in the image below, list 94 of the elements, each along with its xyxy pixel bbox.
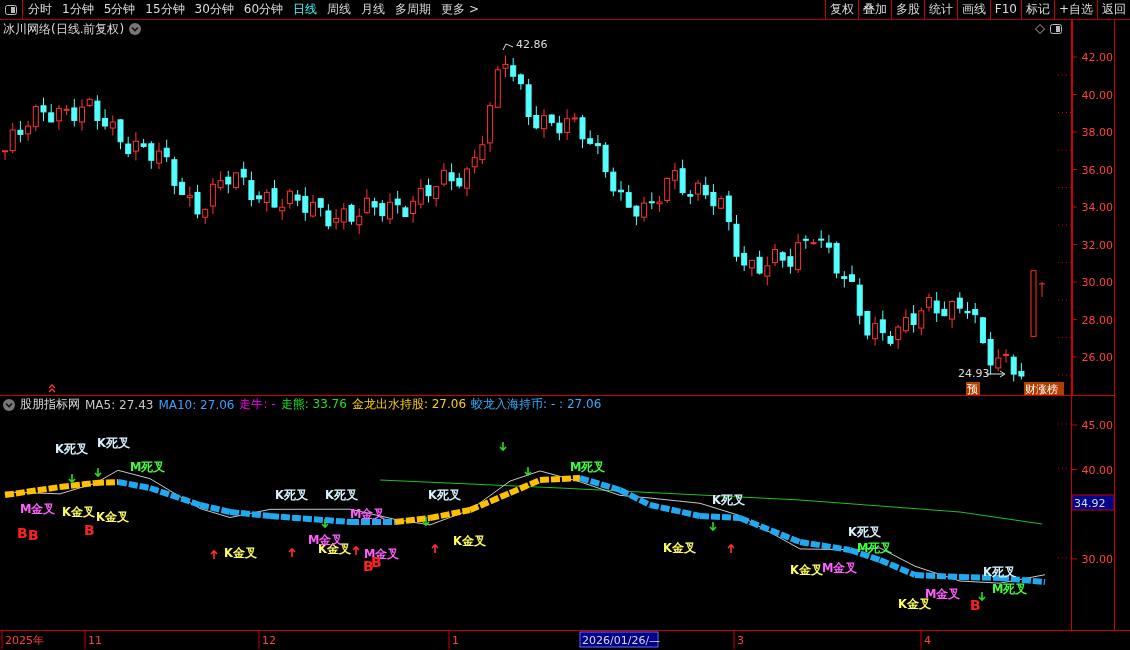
down-arrow-icon xyxy=(524,466,532,477)
signal-label: K金叉 xyxy=(790,563,823,577)
time-label: 12 xyxy=(262,634,276,647)
time-label: 1 xyxy=(452,634,459,647)
down-arrow-icon xyxy=(978,591,986,602)
signal-label: B xyxy=(17,525,28,541)
signal-label: K金叉 xyxy=(453,534,486,548)
time-label: 4 xyxy=(924,634,931,647)
legend-item: MA10: 27.06 xyxy=(158,397,235,412)
legend-item: 金龙出水持股: 27.06 xyxy=(351,396,467,413)
time-label: 2025年 xyxy=(5,634,44,647)
badge[interactable]: 预 xyxy=(966,382,980,395)
axis-label: 45.00 xyxy=(1081,419,1113,432)
signal-label: K金叉 xyxy=(663,541,696,555)
toolbar-button[interactable]: 画线 xyxy=(956,0,990,19)
current-value-label: 34.92 xyxy=(1072,494,1114,511)
axis-label: 30.00 xyxy=(1081,276,1113,289)
signal-label: K死叉 xyxy=(712,493,745,507)
toolbar-button[interactable]: 标记 xyxy=(1020,0,1054,19)
signal-label: M金叉 xyxy=(822,561,858,575)
axis-label: 30.00 xyxy=(1081,552,1113,566)
down-arrow-icon xyxy=(709,521,717,532)
toolbar-button[interactable]: 复权 xyxy=(824,0,858,19)
signal-label: K金叉 xyxy=(224,546,257,560)
signal-label: K死叉 xyxy=(325,488,358,502)
period-tab[interactable]: 日线 xyxy=(288,0,323,19)
price-label: 42.86 xyxy=(516,38,548,51)
axis-label: 32.00 xyxy=(1081,238,1113,252)
period-tab[interactable]: 更多 > xyxy=(436,0,484,19)
axis-label: 36.00 xyxy=(1081,163,1113,177)
axis-label: 40.00 xyxy=(1081,88,1113,102)
legend-item: MA5: 27.43 xyxy=(85,397,154,412)
panel-toggle-icon[interactable] xyxy=(5,4,17,15)
down-arrow-icon xyxy=(422,516,430,527)
signal-label: M金叉 xyxy=(20,502,56,516)
time-label: 11 xyxy=(88,634,102,647)
axis-label: 38.00 xyxy=(1081,126,1113,139)
toolbar-button[interactable]: 多股 xyxy=(890,0,924,19)
indicator-name: 股朋指标网 xyxy=(20,396,80,413)
period-tab[interactable]: 多周期 xyxy=(390,0,437,19)
leader-line xyxy=(502,43,514,51)
chart-title: 冰川网络(日线.前复权) xyxy=(3,20,125,38)
toolbar-button[interactable]: 返回 xyxy=(1097,0,1130,19)
diamond-icon[interactable] xyxy=(1035,24,1045,34)
signal-label: K死叉 xyxy=(97,436,130,450)
dropdown-icon[interactable] xyxy=(129,23,142,35)
period-tab[interactable]: 分时 xyxy=(23,0,57,19)
toolbar-button[interactable]: 统计 xyxy=(923,0,957,19)
badge[interactable]: 财涨榜 xyxy=(1024,382,1064,395)
up-arrow-icon xyxy=(431,543,439,554)
axis-label: 42.00 xyxy=(1081,51,1113,64)
down-arrow-icon xyxy=(68,473,76,484)
period-tab[interactable]: 1分钟 xyxy=(57,0,99,19)
down-arrow-icon xyxy=(499,441,507,452)
axis-label: 28.00 xyxy=(1081,313,1113,327)
period-tab[interactable]: 月线 xyxy=(356,0,391,19)
period-tab[interactable]: 15分钟 xyxy=(140,0,190,19)
signal-label: M死叉 xyxy=(130,460,166,474)
signal-label: B xyxy=(84,522,95,538)
signal-label: K死叉 xyxy=(428,488,461,502)
signal-label: K金叉 xyxy=(96,510,129,524)
legend-item: 走牛: - xyxy=(239,396,276,413)
axis-label: 26.00 xyxy=(1081,351,1113,364)
signal-label: K死叉 xyxy=(275,488,308,502)
signal-label: K金叉 xyxy=(62,505,95,519)
down-arrow-icon xyxy=(321,518,329,529)
up-arrow-icon xyxy=(210,549,218,560)
price-label: 24.93 xyxy=(958,367,990,380)
axis-label: 34.00 xyxy=(1081,201,1113,214)
up-arrow-icon xyxy=(288,547,296,558)
toolbar-button[interactable]: F10 xyxy=(989,0,1021,19)
signal-label: M死叉 xyxy=(992,582,1028,596)
legend-item: 走熊: 33.76 xyxy=(280,396,347,413)
up-arrow-icon xyxy=(727,543,735,554)
period-tab[interactable]: 周线 xyxy=(322,0,357,19)
legend-item: 蛟龙入海持币: - : 27.06 xyxy=(471,396,602,413)
signal-label: B xyxy=(970,597,981,613)
period-tab[interactable]: 60分钟 xyxy=(238,0,289,19)
up-arrow-icon xyxy=(352,545,360,556)
signal-label: B xyxy=(28,527,39,543)
period-tab[interactable]: 30分钟 xyxy=(189,0,239,19)
toolbar-button[interactable]: 叠加 xyxy=(857,0,891,19)
axis-label: 40.00 xyxy=(1081,463,1113,477)
period-tab[interactable]: 5分钟 xyxy=(98,0,141,19)
signal-label: K金叉 xyxy=(898,597,931,611)
down-arrow-icon xyxy=(94,467,102,478)
signal-label: K死叉 xyxy=(848,525,881,539)
dropdown-icon[interactable] xyxy=(3,398,15,411)
time-label: 3 xyxy=(737,634,744,647)
panel-toggle-icon[interactable] xyxy=(1050,24,1062,34)
double-caret-icon xyxy=(48,384,56,393)
signal-label: M死叉 xyxy=(570,460,606,474)
signal-label: K死叉 xyxy=(55,442,88,456)
toolbar-button[interactable]: +自选 xyxy=(1053,0,1097,19)
